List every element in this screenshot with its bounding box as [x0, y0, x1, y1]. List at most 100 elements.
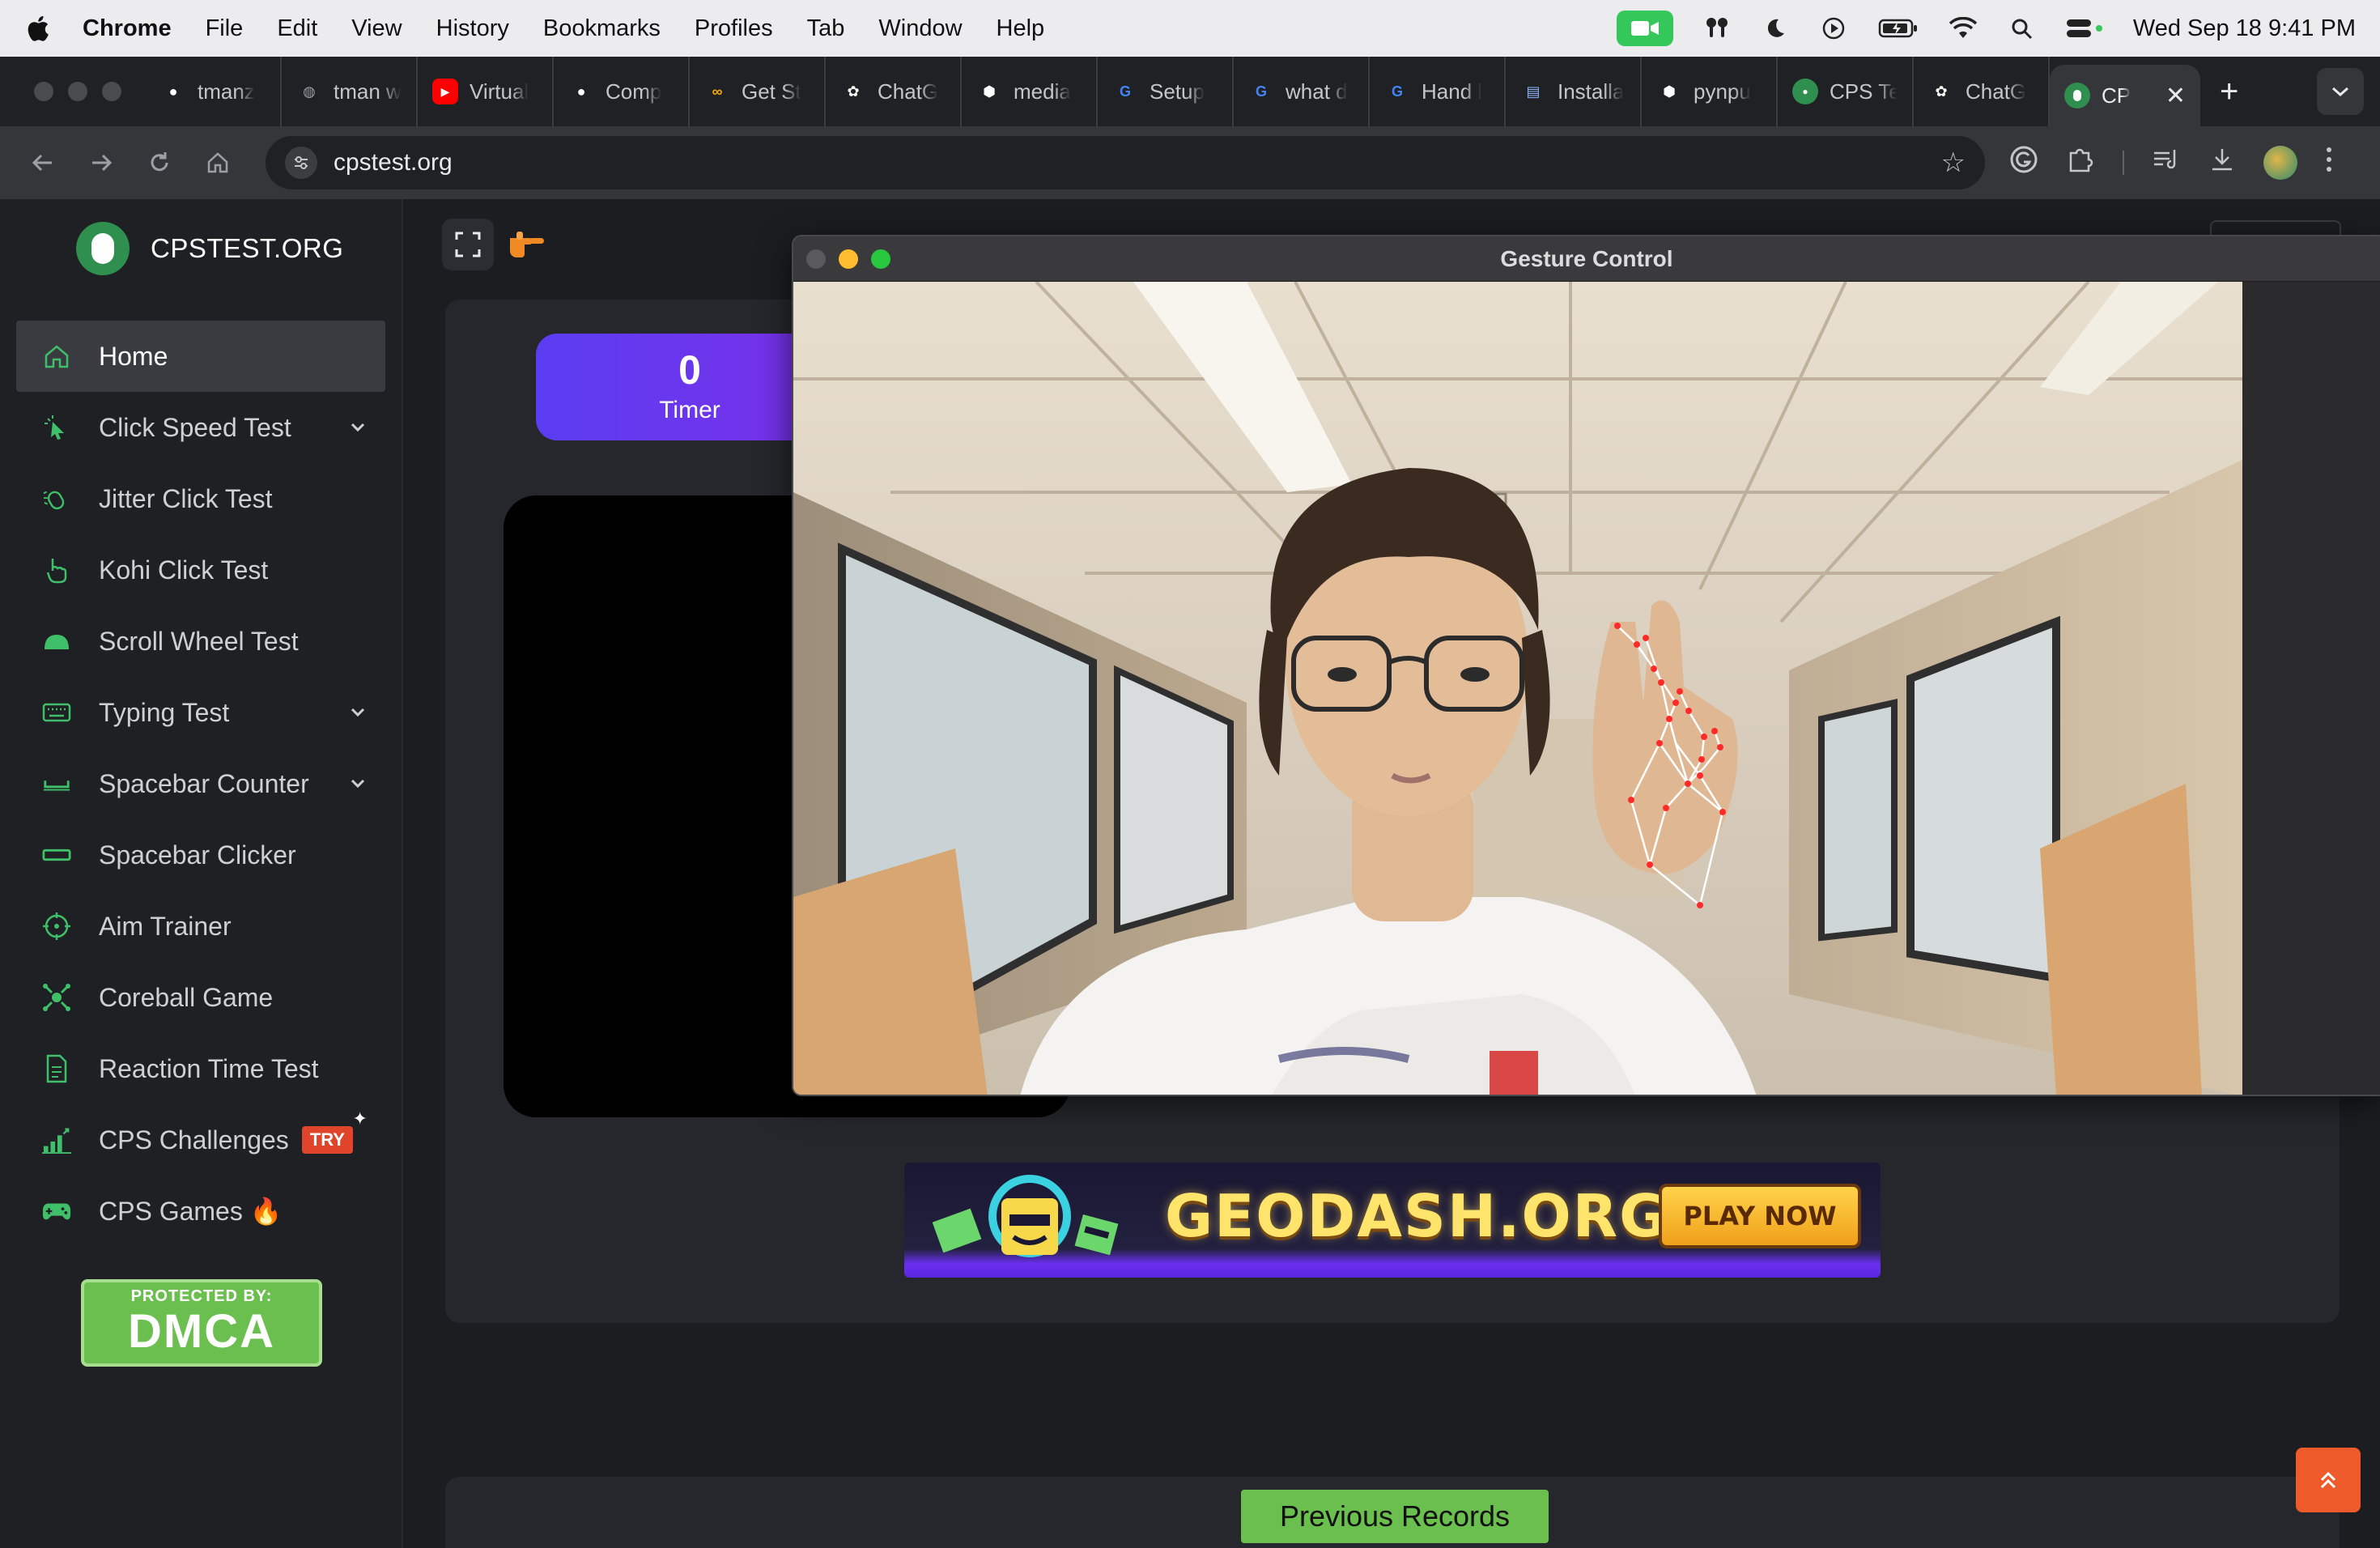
- previous-records-button[interactable]: Previous Records: [1241, 1490, 1549, 1543]
- site-settings-icon[interactable]: [285, 147, 317, 179]
- sidebar-item-cps-games[interactable]: CPS Games 🔥: [0, 1176, 402, 1247]
- gesture-window-title: Gesture Control: [1500, 245, 1673, 271]
- bar-chart-icon: [42, 1125, 71, 1155]
- profile-avatar[interactable]: [2263, 146, 2297, 180]
- sidebar-item-typing-test[interactable]: Typing Test: [0, 677, 402, 748]
- tab-item[interactable]: G Hand l: [1370, 57, 1506, 126]
- tab-label: CPS Te: [1830, 79, 1898, 104]
- tab-item[interactable]: ◍ tman w: [282, 57, 418, 126]
- menu-tab[interactable]: Tab: [807, 15, 845, 42]
- menu-file[interactable]: File: [206, 15, 244, 42]
- tab-item[interactable]: G Setup: [1098, 57, 1234, 126]
- openai-icon: ✿: [1935, 83, 1948, 100]
- dmca-badge[interactable]: PROTECTED BY: DMCA: [81, 1279, 322, 1367]
- new-tab-button[interactable]: +: [2220, 74, 2238, 110]
- sidebar-item-cps-challenges[interactable]: CPS Challenges TRY: [0, 1104, 402, 1176]
- gesture-close-button[interactable]: [806, 249, 826, 269]
- zoom-window-button[interactable]: [102, 82, 121, 101]
- sidebar-item-label: Aim Trainer: [99, 911, 232, 941]
- brand-name: CPSTEST.ORG: [151, 233, 344, 263]
- sidebar-item-home[interactable]: Home: [16, 321, 385, 392]
- tab-item[interactable]: ▤ Installa: [1506, 57, 1642, 126]
- forward-button[interactable]: [78, 139, 125, 186]
- address-text[interactable]: cpstest.org: [334, 149, 453, 176]
- chevron-down-icon[interactable]: [350, 701, 366, 724]
- tab-item[interactable]: ⬢ media: [962, 57, 1098, 126]
- gesture-zoom-button[interactable]: [871, 249, 890, 269]
- cursor-click-icon: [42, 413, 71, 442]
- apple-icon[interactable]: [24, 14, 50, 43]
- tab-item[interactable]: ✿ ChatG: [1914, 57, 2050, 126]
- now-playing-icon[interactable]: [1819, 16, 1848, 40]
- airpods-icon[interactable]: [1702, 16, 1732, 40]
- close-tab-icon[interactable]: ✕: [2165, 82, 2186, 110]
- battery-icon[interactable]: [1877, 16, 1919, 40]
- pointing-hand-icon[interactable]: [508, 227, 547, 267]
- menu-help[interactable]: Help: [997, 15, 1045, 42]
- sidebar-item-kohi-click-test[interactable]: Kohi Click Test: [0, 534, 402, 606]
- tab-label: tman w: [334, 79, 402, 104]
- scroll-to-top-button[interactable]: [2296, 1448, 2361, 1512]
- sidebar-item-label: Spacebar Counter: [99, 768, 309, 798]
- fullscreen-button[interactable]: [442, 219, 494, 270]
- site-brand[interactable]: CPSTEST.ORG: [0, 199, 402, 298]
- google-icon: G: [1391, 83, 1403, 100]
- control-center-icon[interactable]: [2065, 16, 2104, 40]
- pointer-hand-icon: [42, 555, 71, 585]
- tab-item[interactable]: ● Comp: [554, 57, 690, 126]
- menu-bookmarks[interactable]: Bookmarks: [543, 15, 661, 42]
- tab-item[interactable]: ▶ Virtual: [418, 57, 554, 126]
- menu-profiles[interactable]: Profiles: [695, 15, 773, 42]
- home-button[interactable]: [194, 139, 241, 186]
- minimize-window-button[interactable]: [68, 82, 87, 101]
- header-button[interactable]: [2210, 220, 2341, 236]
- tab-search-button[interactable]: [2317, 68, 2364, 115]
- wifi-icon[interactable]: [1949, 16, 1978, 40]
- menu-view[interactable]: View: [351, 15, 402, 42]
- chevron-down-icon[interactable]: [350, 772, 366, 795]
- tab-item[interactable]: ● CPS Te: [1778, 57, 1914, 126]
- reload-button[interactable]: [136, 139, 183, 186]
- menu-app-name[interactable]: Chrome: [83, 15, 172, 42]
- media-controls-icon[interactable]: [2152, 147, 2181, 179]
- close-window-button[interactable]: [34, 82, 53, 101]
- tab-item[interactable]: ⬢ pynpu: [1642, 57, 1778, 126]
- menu-window[interactable]: Window: [878, 15, 962, 42]
- geodash-ad-banner[interactable]: GEODASH.ORG PLAY NOW: [904, 1163, 1881, 1278]
- camera-in-use-icon[interactable]: [1616, 11, 1673, 46]
- sidebar-item-scroll-wheel-test[interactable]: Scroll Wheel Test: [0, 606, 402, 677]
- sidebar-item-coreball-game[interactable]: Coreball Game: [0, 962, 402, 1033]
- tab-item[interactable]: ∞ Get St: [690, 57, 826, 126]
- sidebar-item-reaction-time-test[interactable]: Reaction Time Test: [0, 1033, 402, 1104]
- bookmark-star-icon[interactable]: ☆: [1941, 147, 1966, 179]
- sidebar-item-label: Scroll Wheel Test: [99, 626, 299, 656]
- fullscreen-icon: [455, 232, 481, 257]
- coreball-icon: [42, 983, 71, 1012]
- grammarly-icon[interactable]: [2009, 145, 2038, 181]
- gesture-control-window[interactable]: Gesture Control: [792, 235, 2380, 1096]
- back-button[interactable]: [19, 139, 66, 186]
- menubar-clock[interactable]: Wed Sep 18 9:41 PM: [2133, 15, 2356, 42]
- chrome-menu-icon[interactable]: [2325, 146, 2333, 180]
- gesture-window-titlebar[interactable]: Gesture Control: [793, 236, 2380, 282]
- downloads-icon[interactable]: [2208, 146, 2236, 180]
- play-now-button[interactable]: PLAY NOW: [1659, 1184, 1861, 1248]
- sidebar-item-spacebar-clicker[interactable]: Spacebar Clicker: [0, 819, 402, 891]
- sidebar-item-click-speed-test[interactable]: Click Speed Test: [0, 392, 402, 463]
- tab-item[interactable]: ● tmanz: [146, 57, 282, 126]
- extensions-icon[interactable]: [2066, 145, 2095, 181]
- gesture-minimize-button[interactable]: [839, 249, 858, 269]
- sidebar-item-spacebar-counter[interactable]: Spacebar Counter: [0, 748, 402, 819]
- sidebar-item-aim-trainer[interactable]: Aim Trainer: [0, 891, 402, 962]
- tab-item[interactable]: Gwhat d: [1234, 57, 1370, 126]
- menu-edit[interactable]: Edit: [277, 15, 317, 42]
- tab-item[interactable]: ✿ ChatG: [826, 57, 962, 126]
- chevron-down-icon[interactable]: [350, 416, 366, 439]
- menu-history[interactable]: History: [436, 15, 509, 42]
- focus-moon-icon[interactable]: [1761, 16, 1790, 40]
- spotlight-search-icon[interactable]: [2007, 16, 2036, 40]
- tab-active[interactable]: CP ✕: [2050, 65, 2200, 126]
- address-bar[interactable]: cpstest.org ☆: [266, 136, 1985, 189]
- sidebar-item-jitter-click-test[interactable]: Jitter Click Test: [0, 463, 402, 534]
- cpstest-icon: [2064, 83, 2090, 108]
